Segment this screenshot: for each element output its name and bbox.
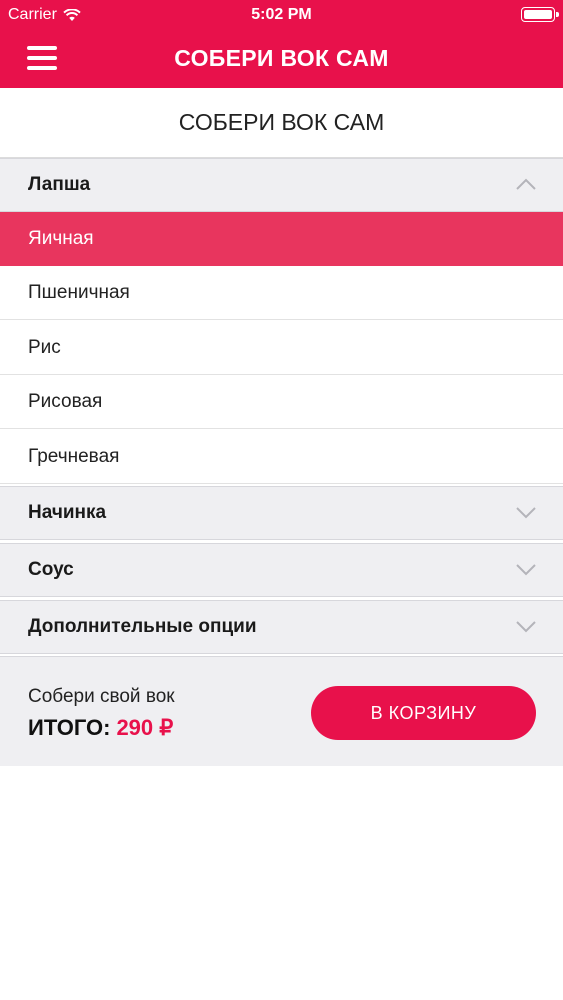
option-row[interactable]: Рисовая	[0, 375, 563, 429]
section-header-extra-options[interactable]: Дополнительные опции	[0, 600, 563, 654]
nav-title: СОБЕРИ ВОК САМ	[174, 45, 389, 71]
chevron-down-icon	[516, 507, 536, 519]
chevron-up-icon	[516, 178, 536, 190]
section-header-label: Дополнительные опции	[28, 616, 257, 637]
section-header-sauce[interactable]: Соус	[0, 543, 563, 597]
section-header-filling[interactable]: Начинка	[0, 486, 563, 540]
section-header-noodles[interactable]: Лапша	[0, 158, 563, 212]
option-label: Рис	[28, 336, 61, 358]
order-summary: Собери свой вок ИТОГО: 290 ₽ В КОРЗИНУ	[0, 656, 563, 766]
page-title: СОБЕРИ ВОК САМ	[0, 88, 563, 158]
section-header-label: Начинка	[28, 502, 107, 523]
section-header-label: Лапша	[28, 174, 91, 195]
option-row[interactable]: Пшеничная	[0, 266, 563, 320]
option-label: Гречневая	[28, 445, 120, 467]
option-label: Рисовая	[28, 390, 103, 412]
option-label: Яичная	[28, 228, 94, 249]
summary-subtitle: Собери свой вок	[28, 686, 175, 707]
status-time: 5:02 PM	[251, 6, 312, 23]
chevron-down-icon	[516, 621, 536, 633]
option-label: Пшеничная	[28, 281, 130, 303]
option-row[interactable]: Яичная	[0, 212, 563, 266]
total-label: ИТОГО:	[28, 715, 111, 740]
nav-bar: СОБЕРИ ВОК САМ	[0, 30, 563, 88]
chevron-down-icon	[516, 564, 536, 576]
status-bar: Carrier 5:02 PM	[0, 0, 563, 30]
option-row[interactable]: Рис	[0, 321, 563, 375]
option-row[interactable]: Гречневая	[0, 430, 563, 484]
add-to-cart-button[interactable]: В КОРЗИНУ	[311, 686, 536, 740]
total-line: ИТОГО: 290 ₽	[28, 715, 173, 741]
battery-icon	[521, 7, 559, 22]
section-header-label: Соус	[28, 559, 74, 580]
total-price: 290 ₽	[116, 715, 174, 740]
